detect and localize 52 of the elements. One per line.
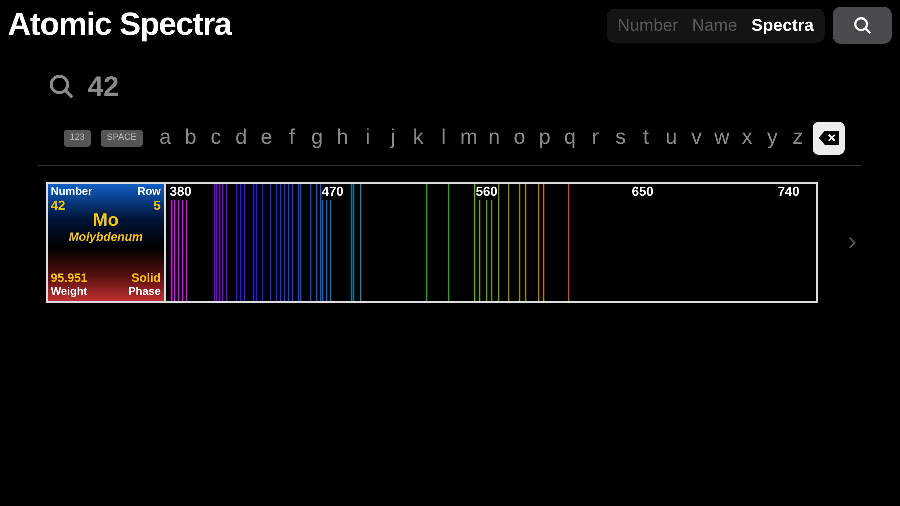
row-value: 5 <box>154 199 161 213</box>
keyboard-key[interactable]: SPACE <box>101 130 143 146</box>
wavelength-label: 650 <box>632 184 654 199</box>
app-title: Atomic Spectra <box>8 5 232 44</box>
keyboard-key[interactable]: n <box>482 122 508 154</box>
atomic-number: 42 <box>51 199 66 213</box>
keyboard-key[interactable]: w <box>709 122 735 154</box>
keyboard-key[interactable]: d <box>228 122 254 154</box>
wavelength-label: 560 <box>476 184 498 199</box>
keyboard-key[interactable]: a <box>152 122 178 154</box>
keyboard-key[interactable]: b <box>178 122 204 154</box>
phase-label: Phase <box>128 285 161 299</box>
keyboard-key[interactable]: l <box>431 122 456 154</box>
number-label: Number <box>51 186 93 199</box>
keyboard-key[interactable]: o <box>507 122 532 154</box>
keyboard-key[interactable]: u <box>658 122 684 154</box>
keyboard-key[interactable]: h <box>330 122 356 154</box>
element-name: Molybdenum <box>69 229 143 245</box>
search-button[interactable] <box>833 7 892 44</box>
search-icon <box>852 16 872 36</box>
keyboard-key[interactable]: 123 <box>64 130 92 146</box>
keyboard-key[interactable]: p <box>532 122 558 154</box>
keyboard-key[interactable]: x <box>734 122 760 154</box>
atomic-weight: 95.951 <box>51 271 88 285</box>
keyboard-key[interactable]: k <box>406 122 432 154</box>
row-label: Row <box>138 186 161 199</box>
keyboard-key[interactable]: s <box>608 122 634 154</box>
backspace-icon <box>818 131 839 145</box>
search-query: 42 <box>88 70 120 104</box>
segment-tab[interactable]: Spectra <box>744 12 821 38</box>
delete-key[interactable] <box>812 122 845 154</box>
keyboard-key[interactable]: g <box>304 122 330 154</box>
wavelength-label: 380 <box>170 184 192 199</box>
search-icon <box>48 73 76 101</box>
keyboard-key[interactable]: r <box>582 122 608 154</box>
element-symbol: Mo <box>93 211 119 229</box>
phase-value: Solid <box>132 271 161 285</box>
keyboard-key[interactable]: i <box>355 122 381 154</box>
keyboard-key[interactable]: e <box>254 122 280 154</box>
keyboard-key[interactable]: f <box>279 122 305 154</box>
weight-label: Weight <box>51 285 88 299</box>
wavelength-label: 470 <box>322 184 344 199</box>
keyboard-key[interactable]: t <box>634 122 659 154</box>
keyboard-key[interactable]: q <box>558 122 583 154</box>
keyboard-key[interactable]: j <box>380 122 406 154</box>
keyboard-key[interactable]: v <box>684 122 710 154</box>
keyboard-key[interactable]: z <box>785 122 811 154</box>
keyboard-key[interactable]: y <box>760 122 786 154</box>
keyboard-key[interactable]: m <box>456 122 482 154</box>
keyboard-key[interactable]: c <box>203 122 229 154</box>
wavelength-label: 740 <box>778 184 800 199</box>
chevron-right-icon <box>848 236 856 248</box>
